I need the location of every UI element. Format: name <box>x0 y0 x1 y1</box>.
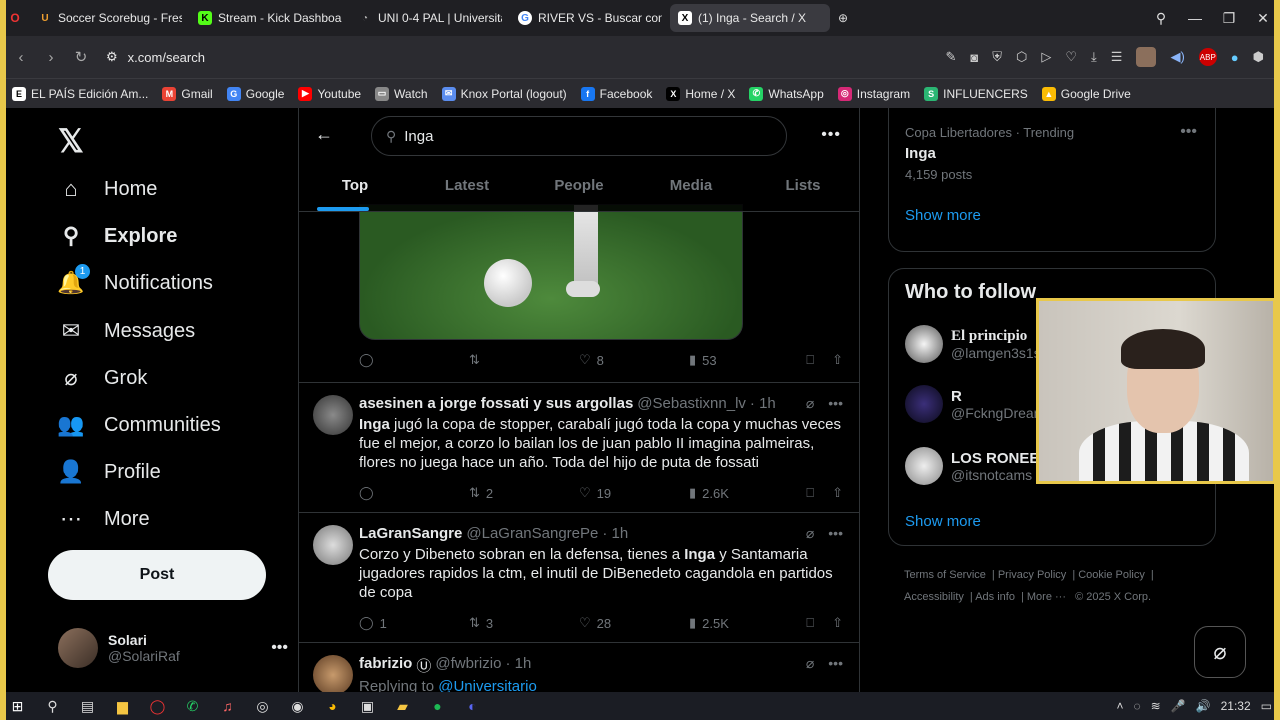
tab-lists[interactable]: Lists <box>747 164 859 211</box>
search-input[interactable]: ⚲ Inga <box>371 116 787 156</box>
tab-media[interactable]: Media <box>635 164 747 211</box>
tab-people[interactable]: People <box>523 164 635 211</box>
tab-top[interactable]: Top <box>299 164 411 211</box>
search-icon: ⚲ <box>386 127 397 144</box>
search-header: ← ⚲ Inga ••• Top Latest People Media Lis… <box>299 108 859 212</box>
tab-latest[interactable]: Latest <box>411 164 523 211</box>
search-options-icon[interactable]: ••• <box>821 126 841 144</box>
back-arrow-icon[interactable]: ← <box>315 124 333 145</box>
search-tabs: Top Latest People Media Lists <box>299 164 859 212</box>
